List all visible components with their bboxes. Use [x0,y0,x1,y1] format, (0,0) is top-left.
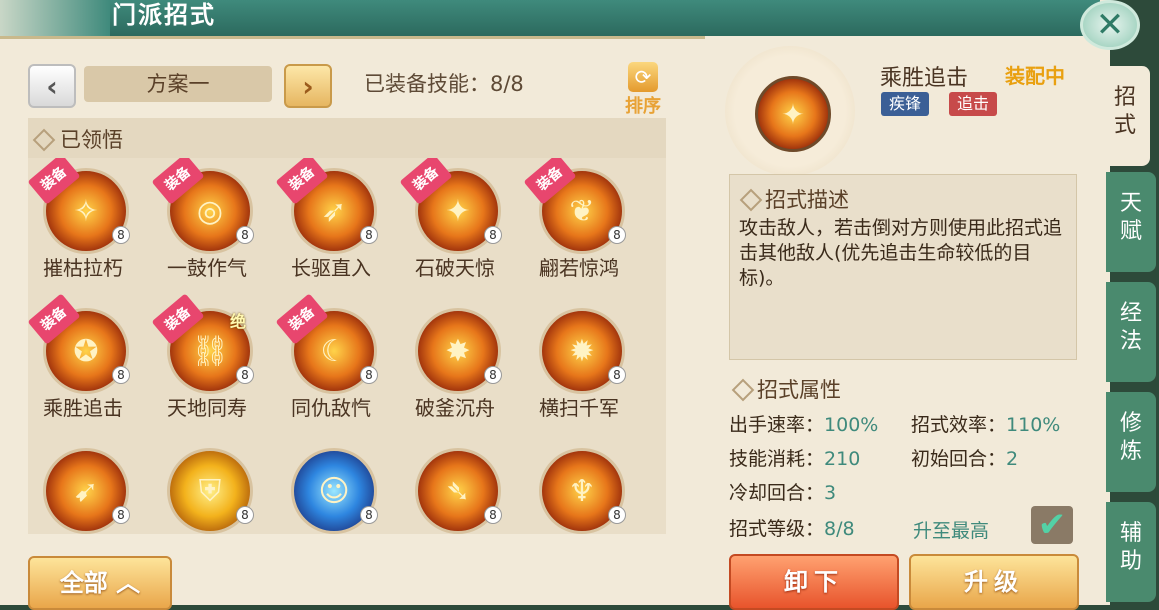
skill-level-badge: 8 [360,506,378,524]
attr-level: 招式等级：8/8 [729,518,855,540]
checkmark-icon: ✔ [1037,505,1067,545]
prev-plan-button[interactable]: ‹ [28,64,76,108]
diamond-icon [731,378,755,402]
filter-label: 全部 [59,569,108,597]
skill-slot[interactable]: ✦ 装备 8 石破天惊 [399,158,510,288]
skill-name: 同仇敌忾 [291,396,371,420]
skill-slot[interactable]: ➹ 8 [28,438,138,534]
chevron-right-icon: › [302,69,314,103]
side-tab[interactable]: 辅助 [1106,502,1156,602]
side-tab[interactable]: 经法 [1106,282,1156,382]
skill-level-badge: 8 [236,506,254,524]
side-tab[interactable]: 修炼 [1106,392,1156,492]
refresh-icon: ⟳ [628,62,658,92]
skill-detail-panel: ✦ 乘胜追击 装配中 疾锋 追击 招式描述 攻击敌人，若击倒对方则使用此招式追击… [705,36,1100,610]
skill-name: 乘胜追击 [43,396,123,420]
description-text: 攻击敌人，若击倒对方则使用此招式追击其他敌人(优先追击生命较低的目标)。 [739,217,1063,289]
chevron-left-icon: ‹ [46,69,58,103]
equip-status: 装配中 [1005,64,1065,88]
skill-slot[interactable]: ✹ 8 横扫千军 [524,298,634,428]
chevron-up-icon: ︿ [107,569,141,597]
side-tabs: 招式天赋经法修炼辅助 [1100,36,1159,605]
skill-slot[interactable]: ✸ 8 破釜沉舟 [400,298,510,428]
skill-slot[interactable]: ✧ 装备 8 摧枯拉朽 [28,158,138,288]
side-tab[interactable]: 天赋 [1106,172,1156,272]
skill-slot[interactable]: ✪ 装备 8 乘胜追击 [28,293,138,428]
skill-level-badge: 8 [236,366,254,384]
skill-slot[interactable]: ⛨ 8 [152,438,262,534]
title-decoration [0,0,110,36]
skill-slot[interactable]: ➴ 8 [400,438,510,534]
skill-level-badge: 8 [608,226,626,244]
skill-slot[interactable]: ➶ 装备 8 长驱直入 [275,158,386,288]
skill-name: 破釜沉舟 [415,396,495,420]
attr-efficiency: 招式效率：110% [911,414,1061,436]
skill-name: 石破天惊 [415,256,495,280]
skill-level-badge: 8 [484,506,502,524]
skill-level-badge: 8 [360,366,378,384]
skill-slot[interactable]: ☾ 装备 8 同仇敌忾 [275,293,386,428]
skill-level-badge: 8 [112,226,130,244]
skill-window: 门派招式 ‹ 方案一 › 已装备技能：8/8 ⟳ 排序 已领悟 ✧ 装备 8 摧枯拉朽… [0,0,1110,610]
skill-name: 天地同寿 [167,396,247,420]
skill-slot[interactable]: ♆ 8 [524,438,634,534]
skill-level-badge: 8 [236,226,254,244]
upgrade-button[interactable]: 升级 [909,554,1079,610]
skill-slot[interactable]: ☺ 8 [276,438,386,534]
skill-slot[interactable]: ❦ 装备 8 翩若惊鸿 [523,158,634,288]
skill-level-badge: 8 [484,226,502,244]
skill-grid: ✧ 装备 8 摧枯拉朽 ◎ 装备 8 一鼓作气 ➶ 装备 8 长驱直入 ✦ 装备 8 石破天惊 ❦ 装备 8 翩若惊鸿… [28,158,666,534]
skill-tag: 追击 [949,92,998,116]
skill-level-badge: 8 [360,226,378,244]
sort-button[interactable]: ⟳ 排序 [620,62,666,117]
filter-all-button[interactable]: 全部 ︿ [28,556,172,610]
attributes-title: 招式属性 [757,378,841,402]
skill-level-badge: 8 [484,366,502,384]
attr-start-round: 初始回合：2 [911,448,1019,470]
skill-level-badge: 8 [112,506,130,524]
selected-skill-name: 乘胜追击 [880,66,969,91]
skill-level-badge: 8 [608,506,626,524]
selected-skill-icon-frame: ✦ [725,46,855,176]
skill-name: 长驱直入 [291,256,371,280]
upgrade-max-checkbox[interactable]: ✔ [1031,506,1073,544]
equipped-count: 已装备技能：8/8 [364,72,524,96]
unequip-button[interactable]: 卸下 [729,554,899,610]
title-bar: 门派招式 [0,0,1100,39]
attr-cooldown: 冷却回合：3 [729,482,837,504]
skill-level-badge: 8 [112,366,130,384]
section-header [28,118,666,158]
next-plan-button[interactable]: › [284,64,332,108]
description-title: 招式描述 [765,188,849,212]
skill-name: 摧枯拉朽 [43,256,123,280]
skill-list-panel: ‹ 方案一 › 已装备技能：8/8 ⟳ 排序 已领悟 ✧ 装备 8 摧枯拉朽 ◎ 装备 8 一… [0,36,705,610]
upgrade-max-label: 升至最高 [913,520,990,542]
ultimate-badge: 绝 [230,312,247,331]
attr-cost: 技能消耗：210 [729,448,861,470]
skill-level-badge: 8 [608,366,626,384]
skill-tag: 疾锋 [881,92,930,116]
plan-name[interactable]: 方案一 [84,66,272,102]
skill-name: 一鼓作气 [167,256,247,280]
attr-speed: 出手速率：100% [729,414,879,436]
skill-slot[interactable]: ⛓ 装备绝 8 天地同寿 [151,293,262,428]
section-title: 已领悟 [60,128,123,152]
side-tab[interactable]: 招式 [1100,66,1150,166]
skill-name: 翩若惊鸿 [539,256,619,280]
sort-label: 排序 [625,96,661,117]
selected-skill-icon: ✦ [755,76,831,152]
skill-slot[interactable]: ◎ 装备 8 一鼓作气 [151,158,262,288]
window-title: 门派招式 [112,1,216,29]
skill-name: 横扫千军 [539,396,619,420]
